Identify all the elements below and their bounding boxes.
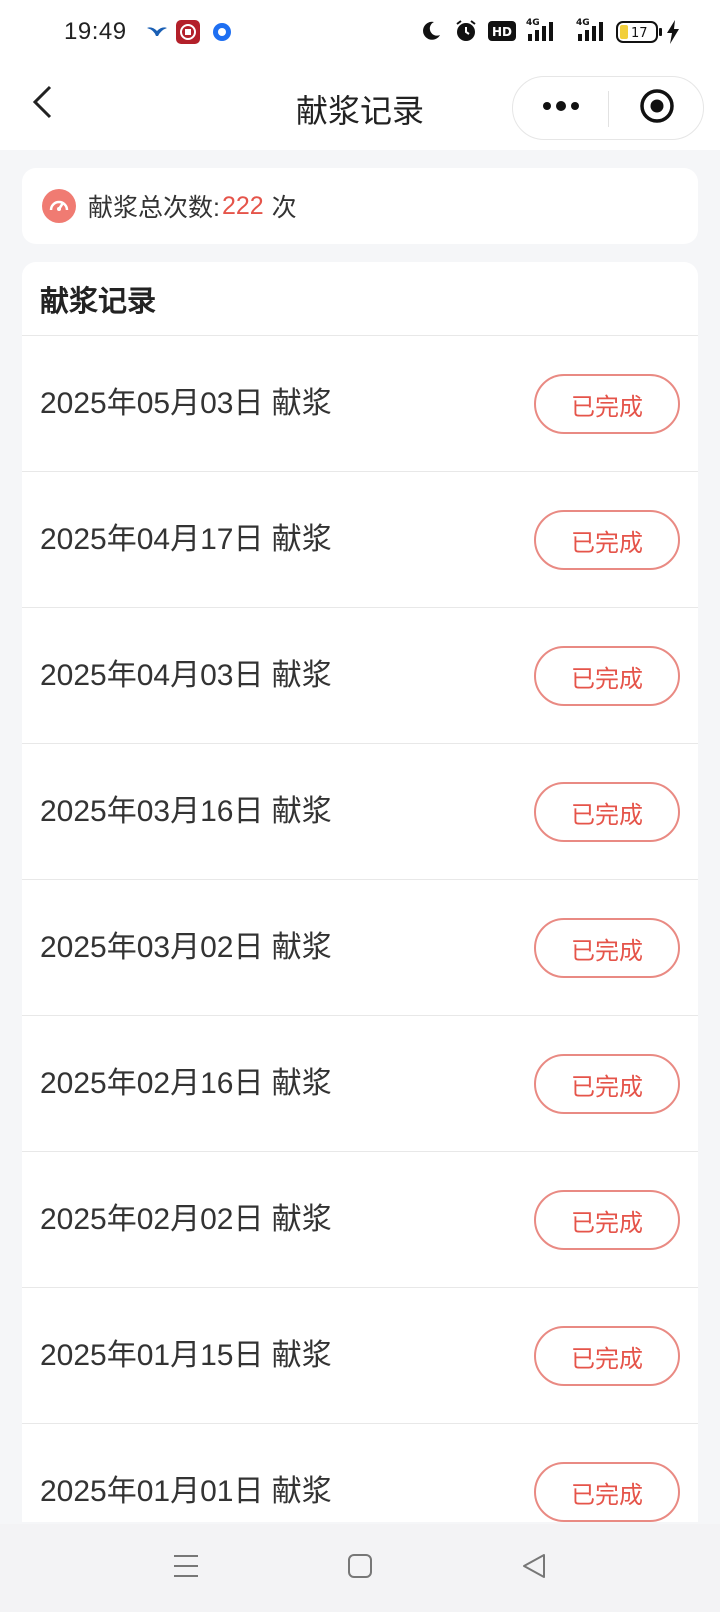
mini-program-capsule bbox=[512, 76, 704, 140]
record-label: 2025年04月17日 献浆 bbox=[40, 523, 332, 556]
target-close-icon bbox=[639, 88, 675, 129]
summary-card: 献浆总次数: 222 次 bbox=[22, 168, 698, 244]
record-row[interactable]: 2025年02月02日 献浆 已完成 bbox=[22, 1152, 698, 1288]
status-badge[interactable]: 已完成 bbox=[534, 918, 680, 978]
moon-icon bbox=[420, 20, 442, 47]
more-button[interactable] bbox=[513, 77, 608, 139]
signal-icon: 4G bbox=[524, 16, 556, 47]
bird-icon bbox=[146, 24, 168, 43]
records-list: 2025年05月03日 献浆 已完成 2025年04月17日 献浆 已完成 2025年0… bbox=[22, 336, 698, 1522]
records-card: 献浆记录 2025年05月03日 献浆 已完成 2025年04月17日 献浆 已完成 2… bbox=[22, 262, 698, 1522]
status-badge[interactable]: 已完成 bbox=[534, 510, 680, 570]
gauge-icon bbox=[42, 189, 76, 223]
battery-icon: 17 bbox=[616, 20, 664, 49]
close-mini-program-button[interactable] bbox=[609, 77, 704, 139]
status-time: 19:49 bbox=[64, 18, 127, 45]
record-label: 2025年02月02日 献浆 bbox=[40, 1203, 332, 1236]
records-title: 献浆记录 bbox=[22, 262, 698, 336]
record-row[interactable]: 2025年03月16日 献浆 已完成 bbox=[22, 744, 698, 880]
bank-app-icon bbox=[176, 20, 200, 49]
circle-app-icon bbox=[212, 22, 232, 47]
status-badge[interactable]: 已完成 bbox=[534, 1326, 680, 1386]
record-label: 2025年01月15日 献浆 bbox=[40, 1339, 332, 1372]
nav-bar: 献浆记录 bbox=[0, 64, 720, 150]
system-nav-bar bbox=[0, 1524, 720, 1612]
signal-icon-2: 4G bbox=[574, 16, 606, 47]
record-row[interactable]: 2025年01月01日 献浆 已完成 bbox=[22, 1424, 698, 1522]
status-bar: 19:49 HD 4G 4G 17 bbox=[0, 0, 720, 64]
svg-text:4G: 4G bbox=[526, 18, 540, 28]
back-nav-button[interactable] bbox=[512, 1546, 556, 1590]
record-row[interactable]: 2025年05月03日 献浆 已完成 bbox=[22, 336, 698, 472]
menu-button[interactable] bbox=[164, 1546, 208, 1590]
record-label: 2025年01月01日 献浆 bbox=[40, 1475, 332, 1508]
status-badge[interactable]: 已完成 bbox=[534, 646, 680, 706]
charging-icon bbox=[666, 20, 680, 49]
home-square-icon bbox=[347, 1553, 373, 1584]
status-badge[interactable]: 已完成 bbox=[534, 1054, 680, 1114]
status-badge[interactable]: 已完成 bbox=[534, 1190, 680, 1250]
record-row[interactable]: 2025年03月02日 献浆 已完成 bbox=[22, 880, 698, 1016]
home-button[interactable] bbox=[338, 1546, 382, 1590]
alarm-icon bbox=[454, 19, 478, 48]
record-row[interactable]: 2025年04月17日 献浆 已完成 bbox=[22, 472, 698, 608]
back-button[interactable] bbox=[22, 82, 62, 126]
hd-icon: HD bbox=[488, 20, 516, 47]
record-label: 2025年05月03日 献浆 bbox=[40, 387, 332, 420]
status-badge[interactable]: 已完成 bbox=[534, 782, 680, 842]
menu-icon bbox=[172, 1553, 200, 1584]
summary-unit: 次 bbox=[271, 194, 297, 222]
summary-value: 222 bbox=[221, 191, 264, 220]
more-dots-icon bbox=[541, 99, 581, 117]
chevron-left-icon bbox=[31, 85, 53, 124]
record-row[interactable]: 2025年04月03日 献浆 已完成 bbox=[22, 608, 698, 744]
svg-text:HD: HD bbox=[492, 25, 512, 39]
record-label: 2025年02月16日 献浆 bbox=[40, 1067, 332, 1100]
record-row[interactable]: 2025年02月16日 献浆 已完成 bbox=[22, 1016, 698, 1152]
svg-text:17: 17 bbox=[631, 26, 648, 41]
record-label: 2025年03月02日 献浆 bbox=[40, 931, 332, 964]
record-label: 2025年04月03日 献浆 bbox=[40, 659, 332, 692]
status-badge[interactable]: 已完成 bbox=[534, 1462, 680, 1522]
svg-text:4G: 4G bbox=[576, 18, 590, 28]
record-label: 2025年03月16日 献浆 bbox=[40, 795, 332, 828]
back-triangle-icon bbox=[521, 1552, 547, 1585]
status-badge[interactable]: 已完成 bbox=[534, 374, 680, 434]
record-row[interactable]: 2025年01月15日 献浆 已完成 bbox=[22, 1288, 698, 1424]
summary-label: 献浆总次数: bbox=[88, 194, 220, 222]
